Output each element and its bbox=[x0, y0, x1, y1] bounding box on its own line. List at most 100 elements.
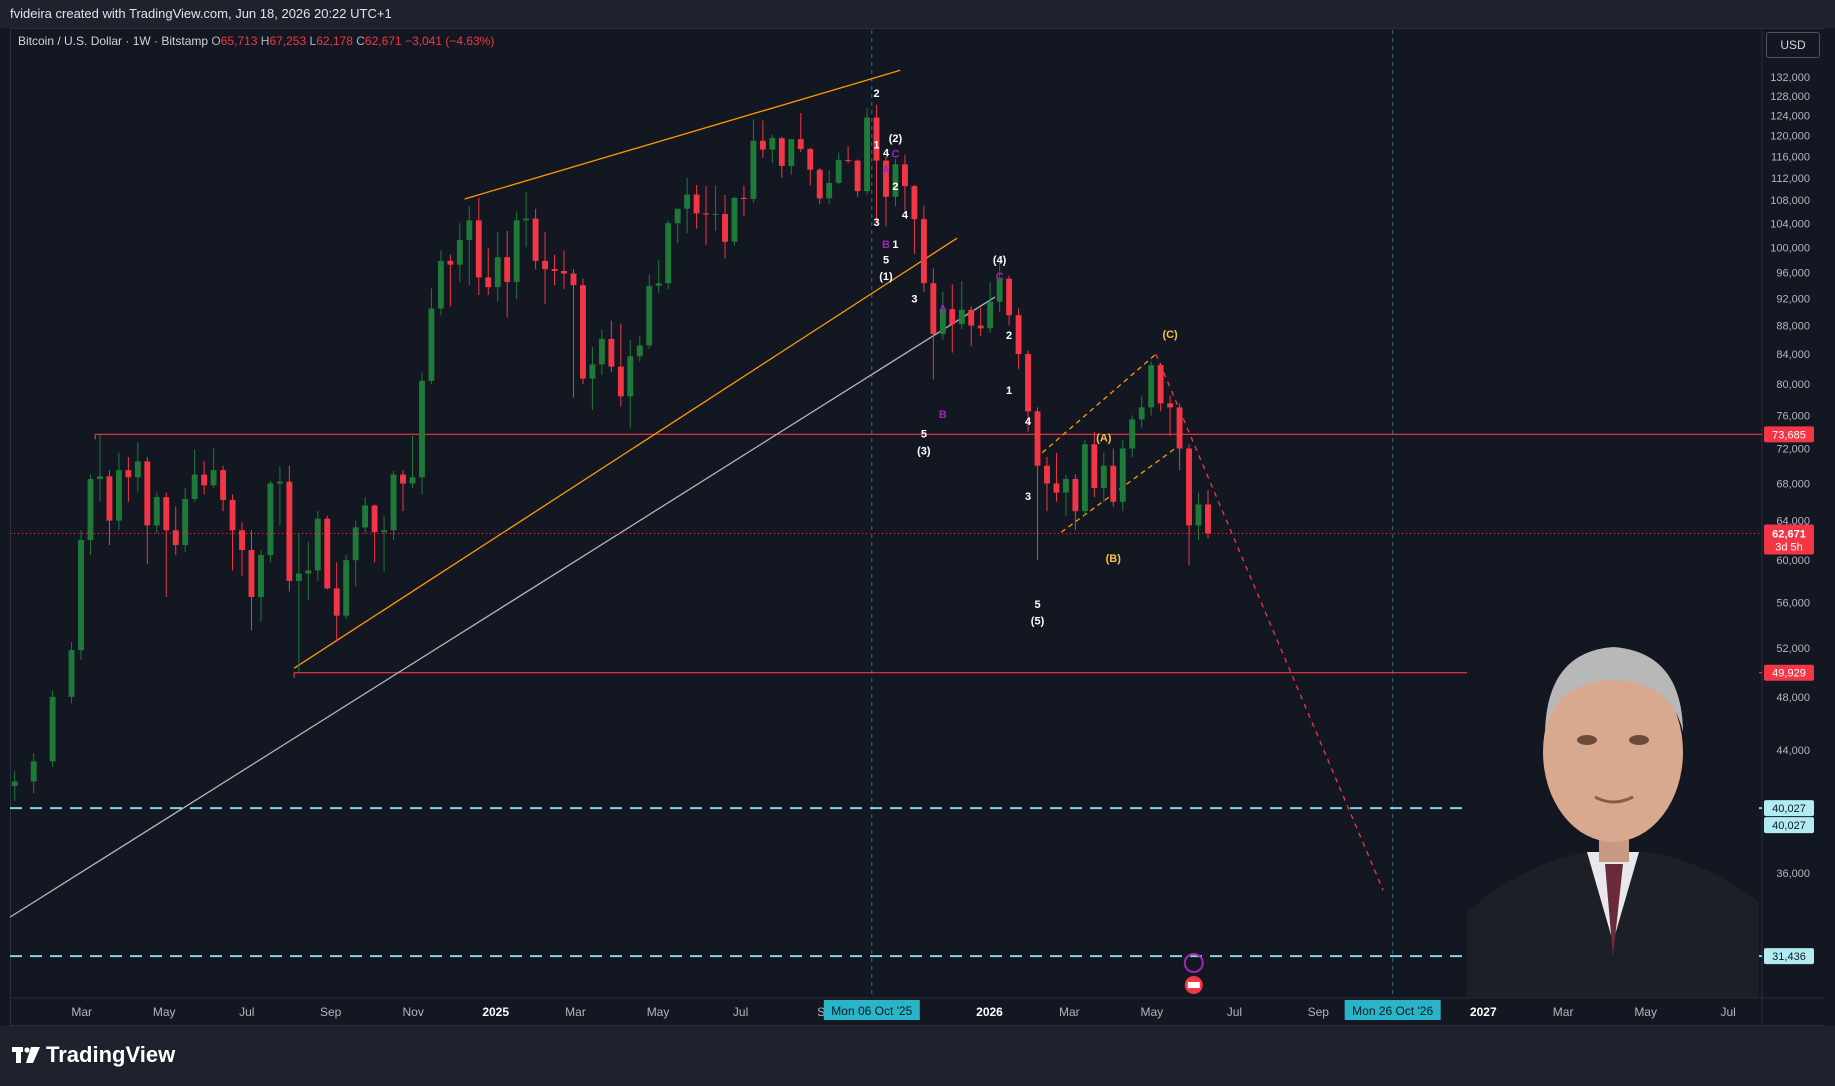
y-tick-label: 52,000 bbox=[1776, 643, 1810, 655]
close-value: 62,671 bbox=[364, 34, 402, 48]
candle-body bbox=[494, 257, 501, 288]
tradingview-brand[interactable]: TradingView bbox=[12, 1042, 175, 1068]
candle-body bbox=[977, 325, 984, 329]
y-tick-label: 76,000 bbox=[1776, 410, 1810, 422]
candle-body bbox=[816, 169, 823, 199]
candle-body bbox=[513, 220, 520, 282]
candle-body bbox=[78, 540, 84, 651]
y-tick-label: 100,000 bbox=[1770, 242, 1810, 254]
x-tick-label: 2027 bbox=[1470, 1005, 1497, 1019]
time-marker-label: Mon 26 Oct '26 bbox=[1352, 1004, 1433, 1018]
tradingview-logo-icon bbox=[12, 1047, 40, 1063]
wave-label: 3 bbox=[911, 293, 917, 305]
wave-label: B bbox=[882, 239, 890, 251]
wave-label: 1 bbox=[873, 139, 879, 151]
wave-label: (2) bbox=[889, 133, 903, 145]
candle-body bbox=[968, 309, 975, 326]
time-marker-label: Mon 06 Oct '25 bbox=[831, 1004, 912, 1018]
x-tick-label: Mar bbox=[565, 1005, 586, 1019]
candle-body bbox=[115, 470, 122, 521]
x-tick-label: Mar bbox=[1553, 1005, 1574, 1019]
candle-body bbox=[741, 197, 747, 200]
currency-button[interactable]: USD bbox=[1766, 32, 1820, 58]
candle-body bbox=[693, 194, 700, 214]
wave-label: 1 bbox=[1006, 385, 1012, 397]
candle-body bbox=[845, 160, 852, 162]
candle-body bbox=[617, 366, 624, 397]
candle-body bbox=[419, 380, 425, 478]
y-tick-label: 48,000 bbox=[1776, 692, 1810, 704]
x-tick-label: May bbox=[1634, 1005, 1657, 1019]
wave-label: 2 bbox=[1006, 330, 1012, 342]
candle-body bbox=[598, 338, 605, 365]
candle-body bbox=[248, 550, 255, 597]
candle-body bbox=[902, 164, 908, 187]
y-tick-label: 84,000 bbox=[1776, 349, 1810, 361]
candle-body bbox=[788, 139, 795, 166]
wave-label: 2 bbox=[873, 88, 879, 100]
candle-body bbox=[797, 139, 804, 150]
x-tick-label: Jul bbox=[733, 1005, 748, 1019]
candle-body bbox=[456, 239, 463, 265]
x-tick-label: Jul bbox=[1721, 1005, 1736, 1019]
low-value: 62,178 bbox=[316, 34, 353, 48]
candle-body bbox=[1034, 411, 1041, 466]
wave-label: 4 bbox=[883, 147, 890, 159]
candle-body bbox=[324, 518, 331, 589]
wave-label: (5) bbox=[1031, 616, 1045, 628]
x-tick-label: Mar bbox=[1059, 1005, 1080, 1019]
wave-label: C bbox=[996, 271, 1004, 283]
candle-body bbox=[655, 283, 662, 286]
x-tick-label: May bbox=[153, 1005, 176, 1019]
candle-body bbox=[295, 573, 302, 581]
y-tick-label: 96,000 bbox=[1776, 267, 1810, 279]
candle-body bbox=[201, 474, 208, 486]
candle-body bbox=[1110, 465, 1117, 502]
candle-body bbox=[343, 560, 350, 616]
candle-body bbox=[551, 269, 558, 272]
wave-label: 5 bbox=[1034, 599, 1040, 611]
x-tick-label: Jul bbox=[1227, 1005, 1242, 1019]
x-tick-label: Mar bbox=[71, 1005, 92, 1019]
candle-body bbox=[220, 470, 227, 500]
y-tick-label: 128,000 bbox=[1770, 91, 1810, 103]
wave-label: A bbox=[939, 303, 947, 315]
candle-body bbox=[722, 213, 728, 242]
wave-label: 3 bbox=[873, 217, 879, 229]
candle-body bbox=[371, 505, 378, 533]
y-tick-label: 132,000 bbox=[1770, 72, 1810, 84]
candle-body bbox=[1167, 403, 1174, 408]
candle-body bbox=[920, 219, 927, 284]
candle-body bbox=[447, 260, 454, 265]
y-tick-label: 36,000 bbox=[1776, 868, 1810, 880]
candle-body bbox=[409, 477, 416, 484]
candle-body bbox=[1186, 448, 1192, 526]
symbol-name: Bitcoin / U.S. Dollar · 1W · Bitstamp bbox=[18, 34, 209, 48]
bar-countdown-label: 3d 5h bbox=[1775, 541, 1803, 553]
candle-body bbox=[532, 218, 539, 261]
candle-body bbox=[68, 650, 75, 697]
candle-body bbox=[267, 483, 274, 556]
candle-body bbox=[1091, 444, 1098, 489]
candle-body bbox=[646, 285, 653, 346]
candle-body bbox=[87, 479, 94, 541]
candle-body bbox=[712, 213, 719, 215]
y-tick-label: 80,000 bbox=[1776, 379, 1810, 391]
level-badge-label: 73,685 bbox=[1772, 429, 1806, 441]
x-tick-label: Sep bbox=[1308, 1005, 1330, 1019]
footer-bar bbox=[0, 1026, 1835, 1086]
candle-body bbox=[1062, 479, 1069, 493]
wave-label: 2 bbox=[892, 181, 898, 193]
candle-body bbox=[182, 498, 189, 546]
candle-body bbox=[1176, 407, 1183, 449]
candle-body bbox=[1195, 504, 1202, 526]
candle-body bbox=[674, 208, 681, 224]
level-badge-label: 31,436 bbox=[1772, 951, 1806, 963]
candle-body bbox=[731, 197, 738, 242]
candle-body bbox=[759, 140, 766, 150]
us-flag-stripe bbox=[1187, 982, 1200, 988]
candle-body bbox=[542, 260, 549, 270]
wave-label: (B) bbox=[1106, 553, 1122, 565]
candle-body bbox=[1100, 465, 1107, 489]
last-price-label: 62,671 bbox=[1772, 528, 1806, 540]
